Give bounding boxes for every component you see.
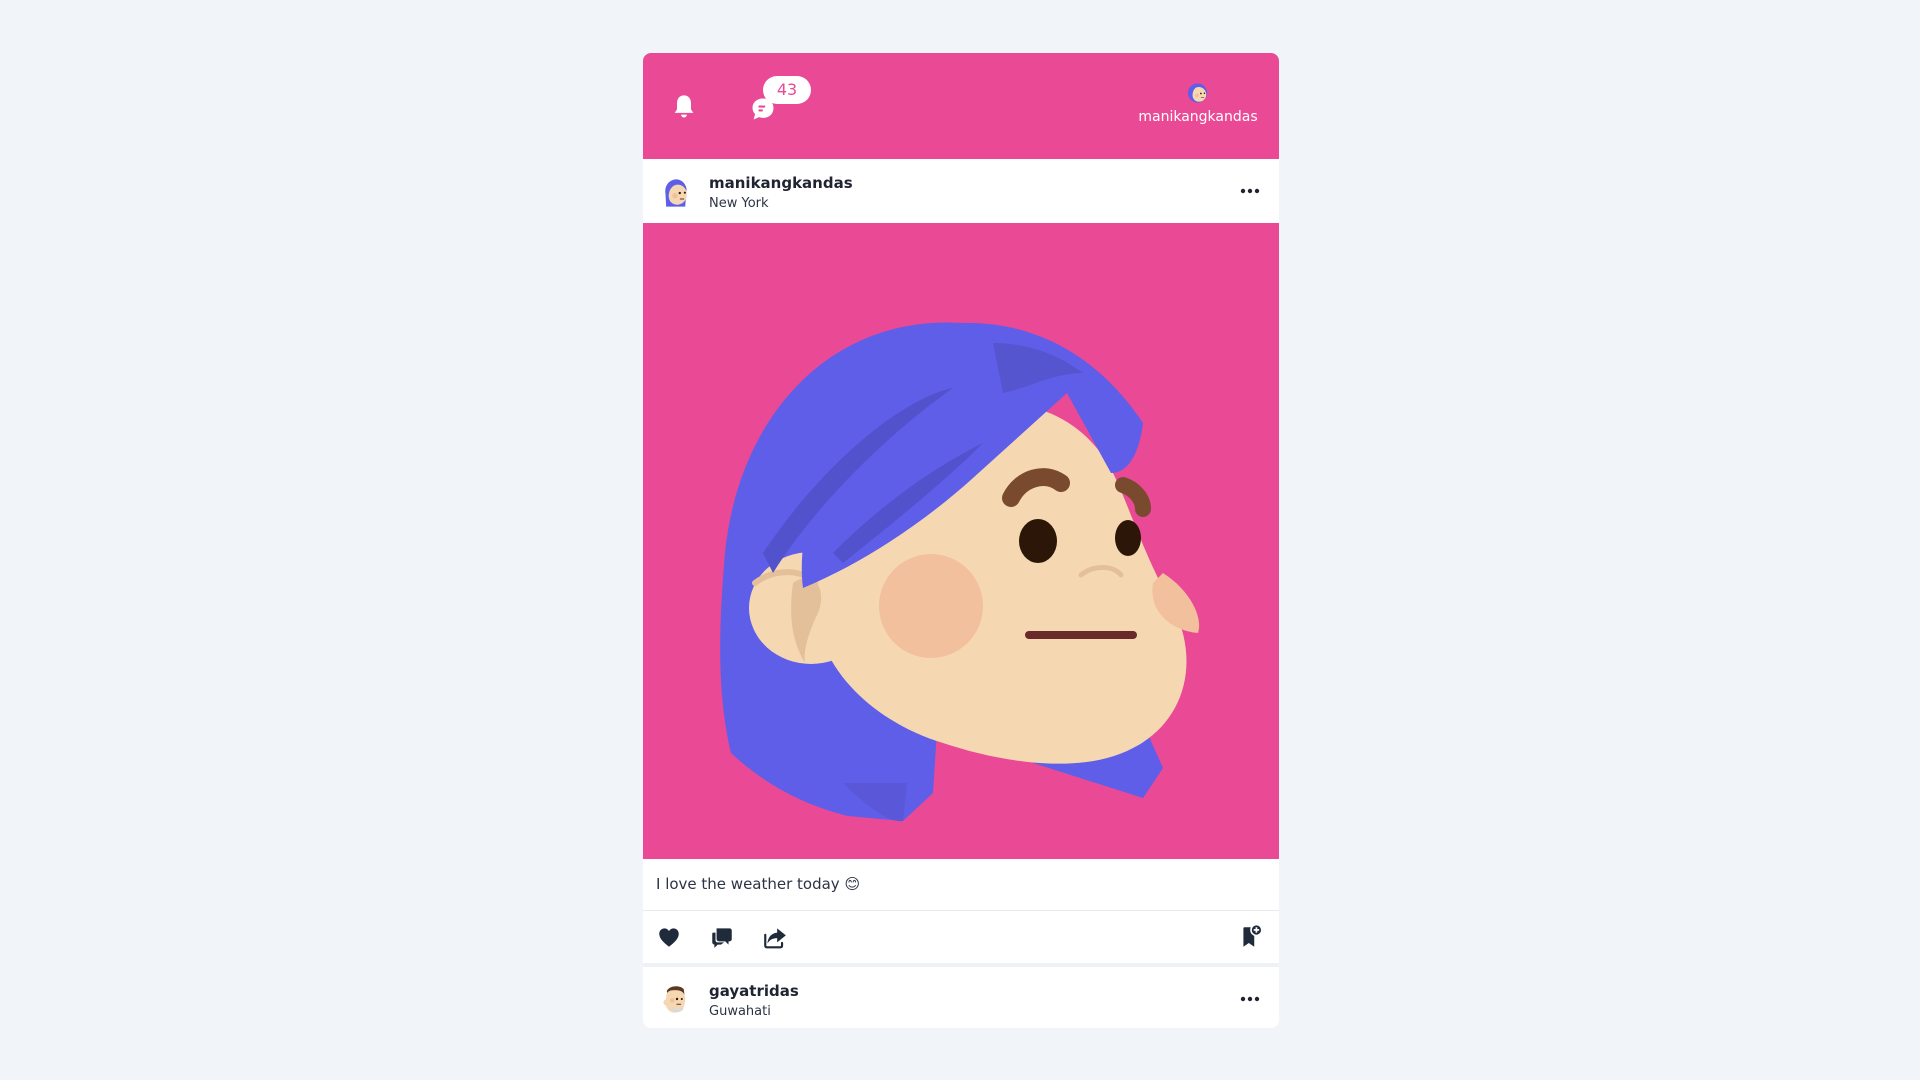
smile-emoji: 😊 — [844, 875, 861, 893]
bookmark-add-icon[interactable] — [1238, 924, 1264, 950]
bell-icon[interactable] — [670, 93, 698, 121]
caption-text: I love the weather today 😊 — [656, 875, 860, 893]
post-username[interactable]: gayatridas — [709, 982, 799, 1000]
top-bar: 43 manikangkandas — [643, 53, 1279, 159]
post-header: gayatridas Guwahati — [643, 967, 1279, 1028]
more-dots-icon[interactable] — [1238, 987, 1262, 1011]
post-actions — [643, 911, 1279, 963]
avatar — [1187, 83, 1208, 103]
post-header: manikangkandas New York — [643, 159, 1279, 223]
character-illustration — [720, 322, 1200, 822]
avatar[interactable] — [658, 174, 692, 208]
feed-app: 43 manikangkandas manikangkandas New Yor… — [643, 53, 1279, 1028]
post-location: New York — [709, 196, 769, 211]
heart-icon[interactable] — [656, 924, 682, 950]
share-icon[interactable] — [762, 924, 788, 950]
post-image[interactable] — [643, 223, 1279, 859]
profile-menu[interactable]: manikangkandas — [1133, 81, 1263, 137]
more-dots-icon[interactable] — [1238, 179, 1262, 203]
post-caption: I love the weather today 😊 — [643, 859, 1279, 911]
notification-badge: 43 — [763, 76, 811, 104]
profile-name: manikangkandas — [1138, 109, 1258, 125]
comment-icon[interactable] — [709, 924, 735, 950]
post-username[interactable]: manikangkandas — [709, 174, 853, 192]
caption-text-content: I love the weather today — [656, 875, 840, 893]
post-location: Guwahati — [709, 1004, 771, 1019]
avatar[interactable] — [658, 982, 692, 1016]
